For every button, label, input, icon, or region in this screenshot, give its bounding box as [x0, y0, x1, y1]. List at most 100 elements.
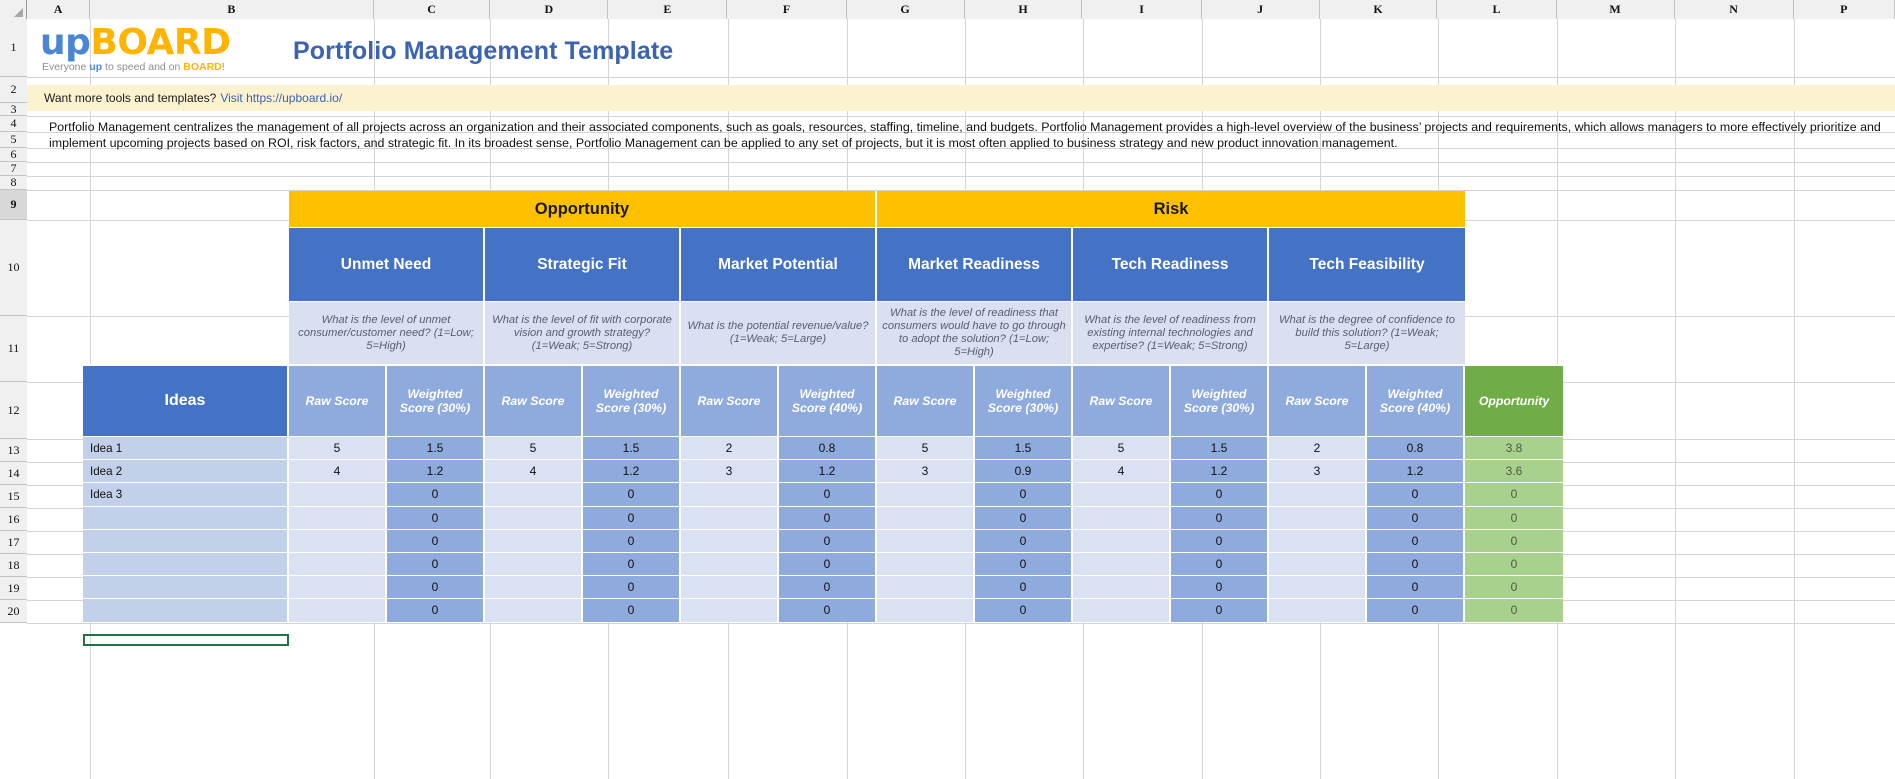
column-header-f[interactable]: F	[727, 0, 847, 19]
weighted-score-cell[interactable]: 0.9	[975, 459, 1073, 483]
weighted-score-cell[interactable]: 0	[1367, 482, 1465, 506]
table-row[interactable]: Idea 1 5 1.5 5 1.5 2 0.8 5 1.5 5 1.5 2 0.8 3.8	[83, 436, 1595, 460]
idea-name-cell[interactable]: Idea 1	[83, 436, 289, 460]
column-header-l[interactable]: L	[1437, 0, 1557, 19]
weighted-score-cell[interactable]: 0	[1171, 598, 1269, 622]
weighted-score-cell[interactable]: 0	[975, 598, 1073, 622]
table-row[interactable]: 0000000	[83, 575, 1595, 599]
raw-score-cell[interactable]	[1073, 575, 1171, 599]
weighted-score-cell[interactable]: 0	[387, 575, 485, 599]
row-header-1[interactable]: 1	[0, 19, 27, 77]
table-row[interactable]: 0000000	[83, 598, 1595, 622]
row-header-9[interactable]: 9	[0, 190, 27, 220]
weighted-score-cell[interactable]: 0	[387, 528, 485, 552]
raw-score-cell[interactable]	[877, 598, 975, 622]
column-header-g[interactable]: G	[846, 0, 965, 19]
weighted-score-cell[interactable]: 0	[387, 598, 485, 622]
weighted-score-cell[interactable]: 0	[779, 551, 877, 576]
raw-score-cell[interactable]: 3	[1269, 459, 1367, 483]
column-header-d[interactable]: D	[490, 0, 609, 19]
raw-score-cell[interactable]: 3	[877, 459, 975, 483]
idea-name-cell[interactable]	[83, 598, 289, 622]
raw-score-cell[interactable]	[877, 551, 975, 576]
weighted-score-cell[interactable]: 0	[583, 482, 681, 506]
column-header-h[interactable]: H	[964, 0, 1083, 19]
column-header-a[interactable]: A	[27, 0, 91, 19]
row-header-12[interactable]: 12	[0, 382, 27, 439]
weighted-score-cell[interactable]: 0	[779, 482, 877, 506]
raw-score-cell[interactable]	[1073, 551, 1171, 576]
raw-score-cell[interactable]: 3	[681, 459, 779, 483]
weighted-score-cell[interactable]: 0	[1367, 551, 1465, 576]
weighted-score-cell[interactable]: 0	[1367, 598, 1465, 622]
raw-score-cell[interactable]	[485, 598, 583, 622]
upboard-link[interactable]: Visit https://upboard.io/	[220, 91, 342, 105]
row-header-16[interactable]: 16	[0, 508, 27, 531]
table-row[interactable]: 0000000	[83, 528, 1595, 552]
column-header-j[interactable]: J	[1201, 0, 1320, 19]
weighted-score-cell[interactable]: 0	[1171, 528, 1269, 552]
raw-score-cell[interactable]: 5	[1073, 436, 1171, 460]
weighted-score-cell[interactable]: 1.2	[1367, 459, 1465, 483]
row-header-13[interactable]: 13	[0, 439, 27, 462]
row-header-4[interactable]: 4	[0, 116, 27, 132]
row-header-20[interactable]: 20	[0, 600, 27, 623]
weighted-score-cell[interactable]: 0	[387, 505, 485, 529]
column-header-b[interactable]: B	[90, 0, 374, 19]
raw-score-cell[interactable]: 5	[289, 436, 387, 460]
weighted-score-cell[interactable]: 1.5	[975, 436, 1073, 460]
raw-score-cell[interactable]	[1073, 505, 1171, 529]
weighted-score-cell[interactable]: 0	[387, 551, 485, 576]
weighted-score-cell[interactable]: 0	[1171, 482, 1269, 506]
row-header-19[interactable]: 19	[0, 577, 27, 600]
row-header-6[interactable]: 6	[0, 147, 27, 162]
idea-name-cell[interactable]	[83, 505, 289, 529]
table-row[interactable]: Idea 30000000	[83, 482, 1595, 506]
select-all-button[interactable]	[0, 0, 27, 19]
raw-score-cell[interactable]	[1269, 528, 1367, 552]
raw-score-cell[interactable]	[877, 505, 975, 529]
column-header-c[interactable]: C	[373, 0, 491, 19]
raw-score-cell[interactable]: 4	[1073, 459, 1171, 483]
raw-score-cell[interactable]: 2	[1269, 436, 1367, 460]
row-header-17[interactable]: 17	[0, 531, 27, 554]
weighted-score-cell[interactable]: 0	[779, 598, 877, 622]
weighted-score-cell[interactable]: 0	[1367, 505, 1465, 529]
raw-score-cell[interactable]	[877, 528, 975, 552]
weighted-score-cell[interactable]: 0.8	[1367, 436, 1465, 460]
column-header-k[interactable]: K	[1319, 0, 1438, 19]
weighted-score-cell[interactable]: 0.8	[779, 436, 877, 460]
weighted-score-cell[interactable]: 0	[583, 575, 681, 599]
raw-score-cell[interactable]	[485, 528, 583, 552]
weighted-score-cell[interactable]: 0	[975, 551, 1073, 576]
raw-score-cell[interactable]	[681, 598, 779, 622]
table-row[interactable]: Idea 2 4 1.2 4 1.2 3 1.2 3 0.9 4 1.2 3 1.2 3.6	[83, 459, 1595, 483]
raw-score-cell[interactable]: 4	[485, 459, 583, 483]
row-header-8[interactable]: 8	[0, 175, 27, 190]
table-row[interactable]: 0000000	[83, 551, 1595, 576]
raw-score-cell[interactable]	[1073, 598, 1171, 622]
weighted-score-cell[interactable]: 0	[975, 505, 1073, 529]
raw-score-cell[interactable]: 5	[485, 436, 583, 460]
raw-score-cell[interactable]	[1269, 505, 1367, 529]
weighted-score-cell[interactable]: 1.2	[387, 459, 485, 483]
table-row[interactable]: 0000000	[83, 505, 1595, 529]
column-header-m[interactable]: M	[1556, 0, 1675, 19]
raw-score-cell[interactable]	[485, 505, 583, 529]
weighted-score-cell[interactable]: 0	[975, 575, 1073, 599]
weighted-score-cell[interactable]: 0	[387, 482, 485, 506]
weighted-score-cell[interactable]: 0	[1171, 551, 1269, 576]
raw-score-cell[interactable]: 2	[681, 436, 779, 460]
weighted-score-cell[interactable]: 0	[975, 528, 1073, 552]
row-header-2[interactable]: 2	[0, 77, 27, 103]
row-header-3[interactable]: 3	[0, 102, 27, 116]
weighted-score-cell[interactable]: 1.2	[1171, 459, 1269, 483]
raw-score-cell[interactable]	[681, 528, 779, 552]
weighted-score-cell[interactable]: 0	[1171, 505, 1269, 529]
row-header-5[interactable]: 5	[0, 132, 27, 148]
row-header-10[interactable]: 10	[0, 220, 27, 316]
weighted-score-cell[interactable]: 0	[583, 551, 681, 576]
weighted-score-cell[interactable]: 0	[1171, 575, 1269, 599]
weighted-score-cell[interactable]: 1.2	[583, 459, 681, 483]
weighted-score-cell[interactable]: 0	[583, 505, 681, 529]
